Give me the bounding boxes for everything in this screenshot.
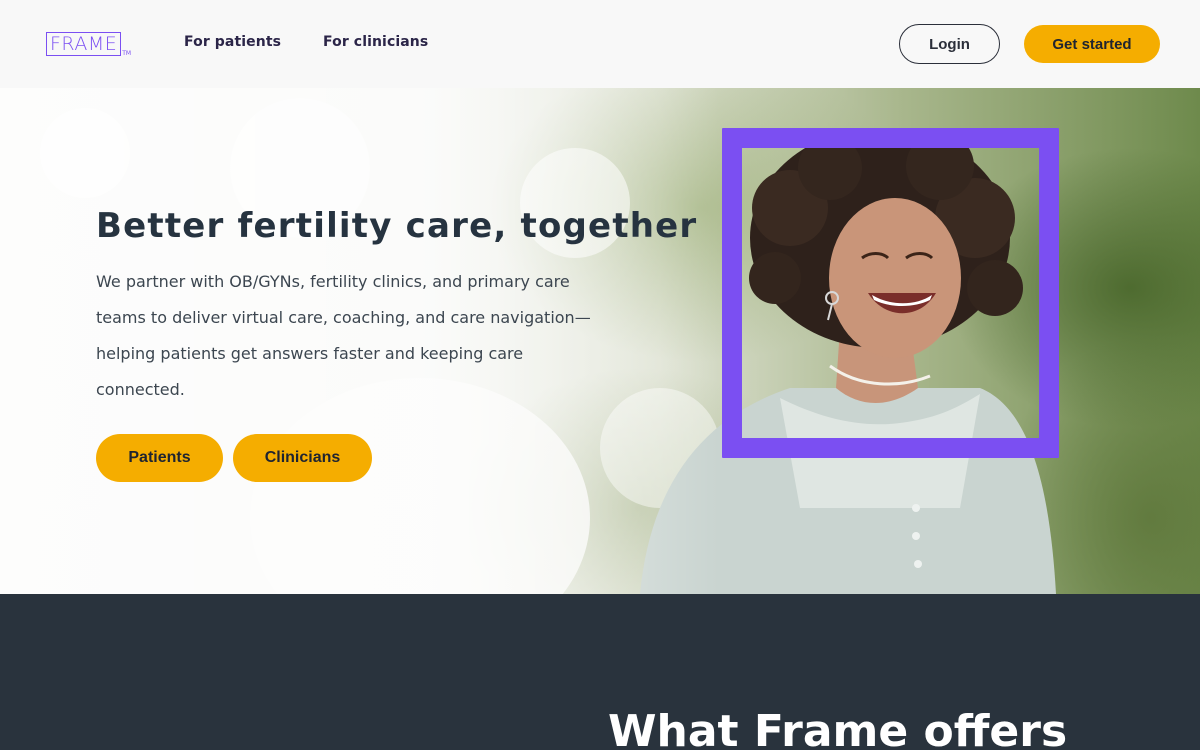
logo-trademark: TM — [122, 50, 132, 57]
hero-description: We partner with OB/GYNs, fertility clini… — [96, 272, 591, 399]
purple-photo-frame — [722, 128, 1059, 458]
frame-logo[interactable]: FRAME TM — [46, 32, 132, 57]
what-frame-offers-section: What Frame offers — [0, 594, 1200, 750]
site-header: FRAME TM For patients For clinicians Log… — [0, 0, 1200, 88]
nav-for-patients[interactable]: For patients — [184, 34, 281, 50]
clinicians-button[interactable]: Clinicians — [233, 434, 372, 482]
patients-button[interactable]: Patients — [96, 434, 223, 482]
hero-title: Better fertility care, together — [96, 206, 698, 246]
offers-heading: What Frame offers — [608, 706, 1068, 750]
hero-section: Better fertility care, together We partn… — [0, 88, 1200, 594]
get-started-button[interactable]: Get started — [1024, 25, 1160, 63]
nav-for-clinicians[interactable]: For clinicians — [323, 34, 428, 50]
logo-wordmark: FRAME — [46, 32, 122, 56]
login-button[interactable]: Login — [899, 24, 1000, 64]
